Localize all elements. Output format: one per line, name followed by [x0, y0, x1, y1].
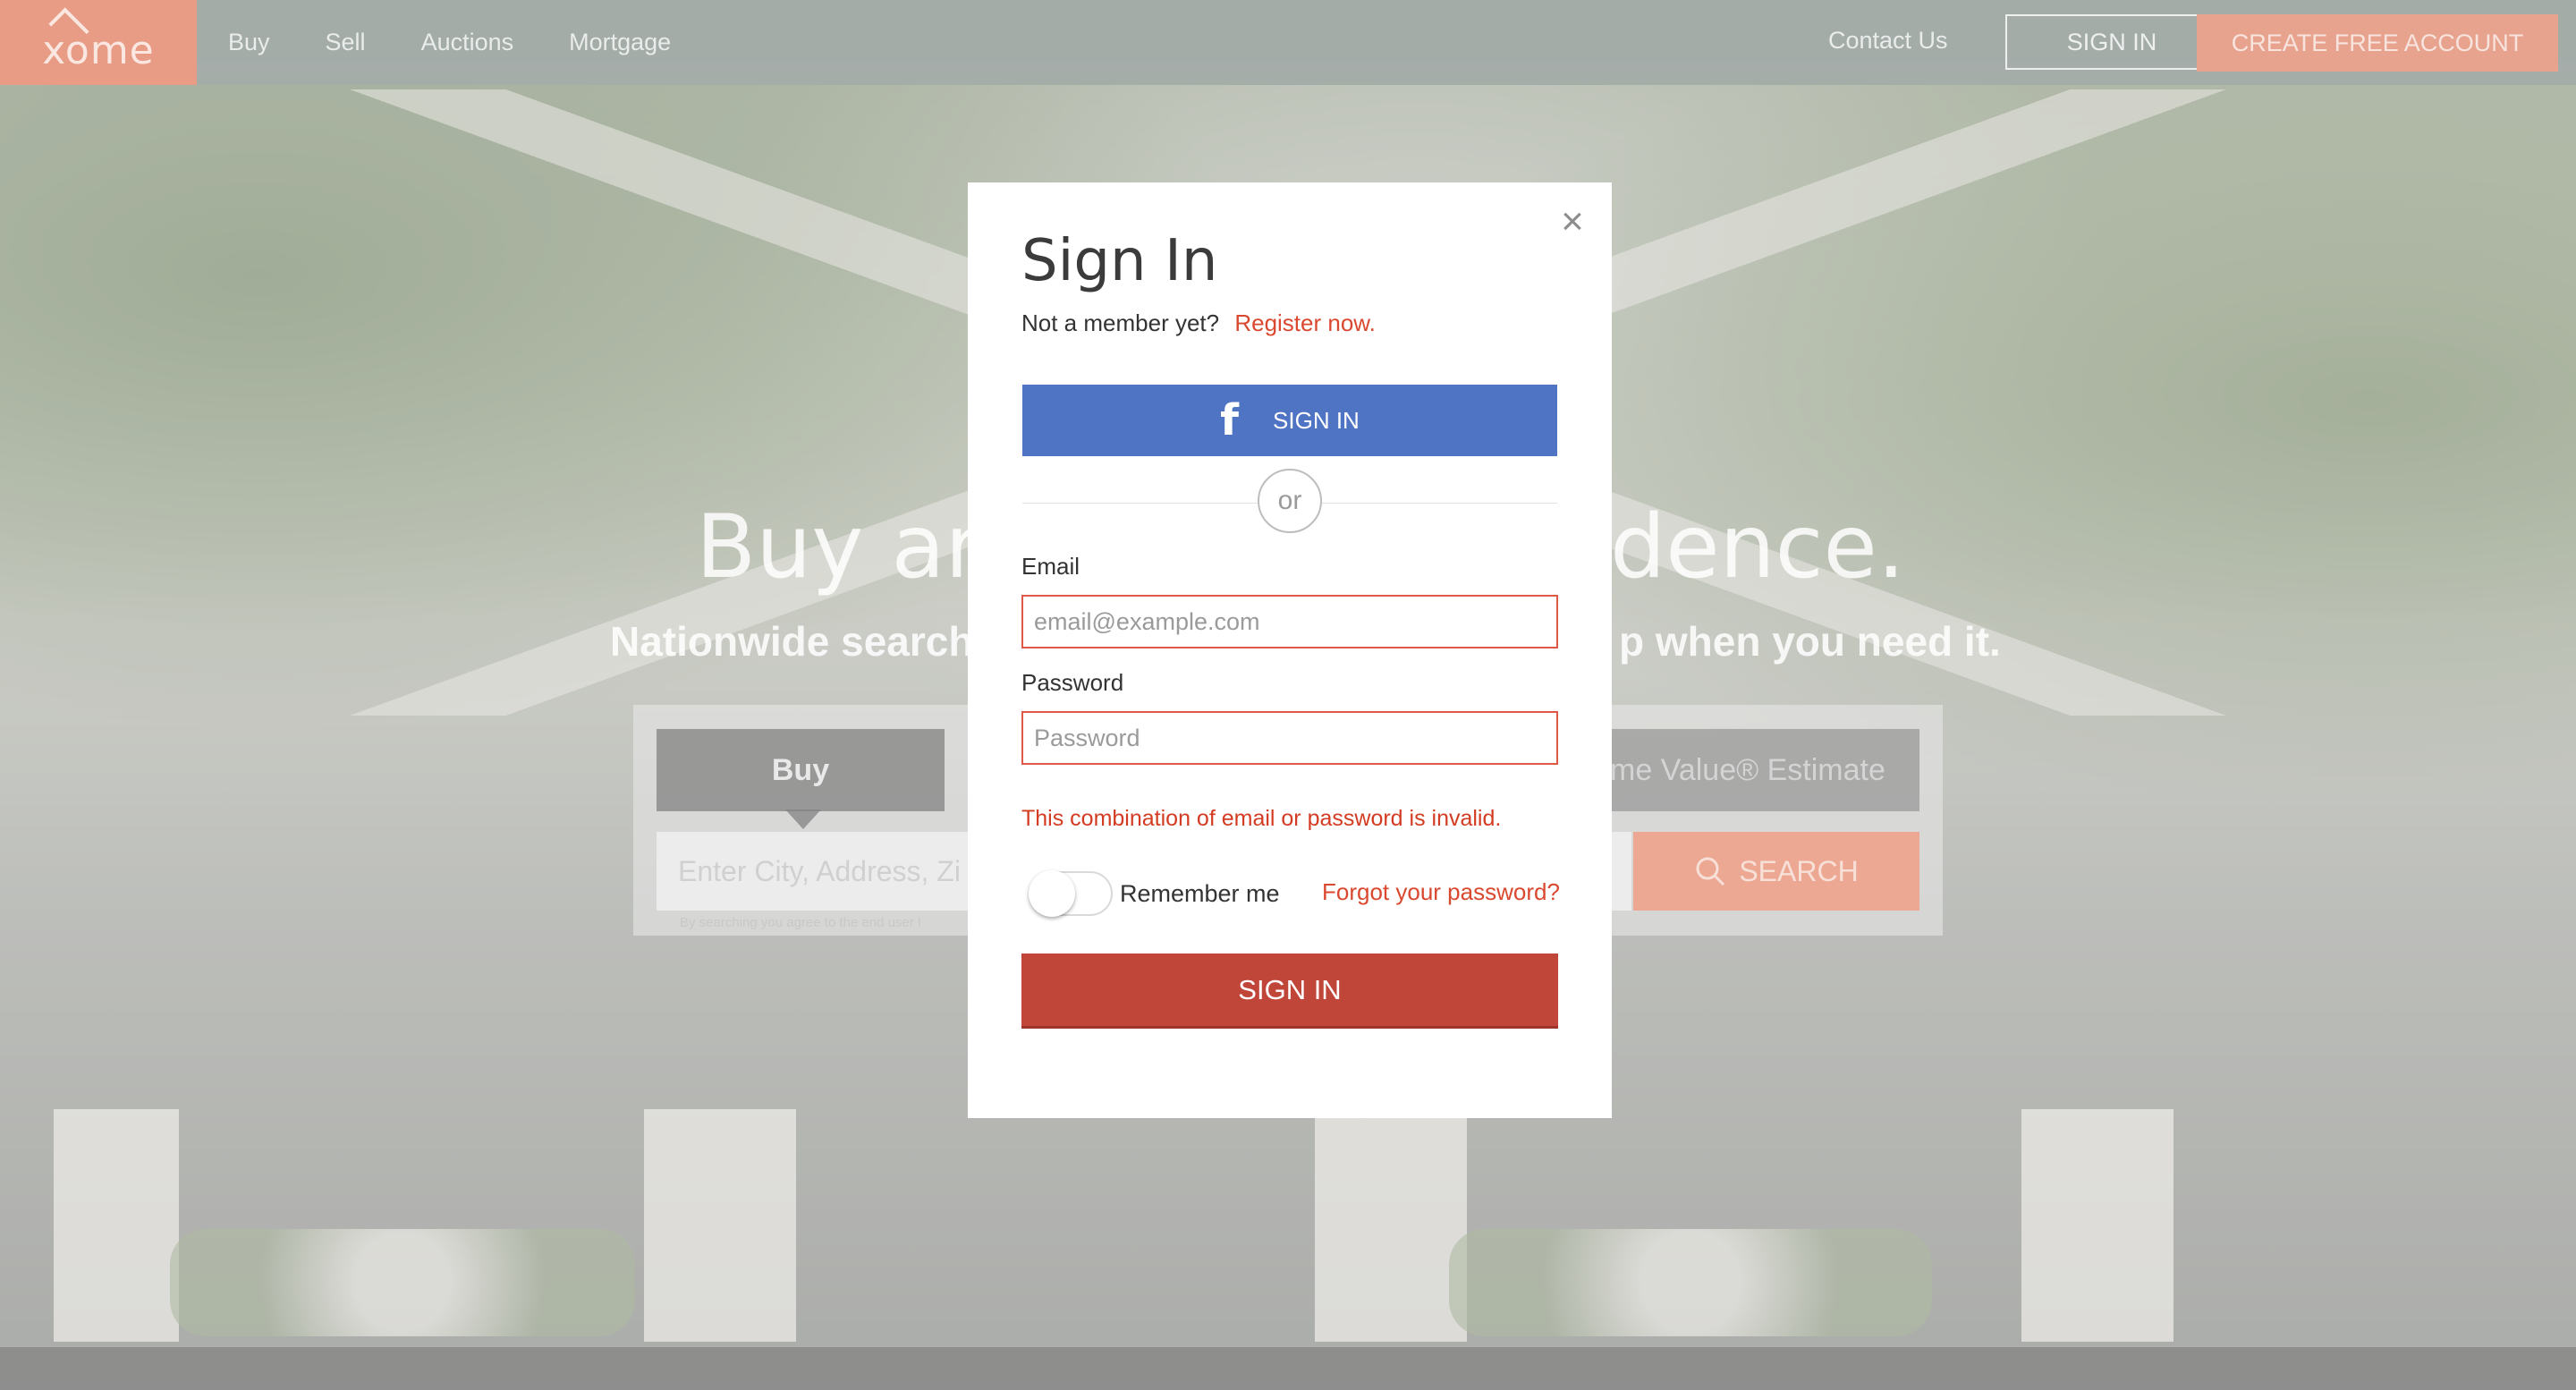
hero-title-right: dence. [1610, 496, 1905, 598]
signin-button[interactable]: SIGN IN [1021, 954, 1558, 1029]
facebook-signin-button[interactable]: f SIGN IN [1022, 385, 1557, 456]
footer-band [0, 1347, 2576, 1390]
hero-subtitle-right: p when you need it. [1619, 618, 2001, 665]
not-member-text: Not a member yet? [1021, 309, 1220, 336]
create-account-button[interactable]: CREATE FREE ACCOUNT [2197, 14, 2558, 72]
search-button[interactable]: SEARCH [1633, 832, 1919, 911]
xome-logo[interactable]: xome [0, 0, 197, 85]
nav-link-sell[interactable]: Sell [326, 29, 366, 56]
close-icon[interactable]: × [1555, 199, 1590, 243]
facebook-signin-label: SIGN IN [1273, 406, 1360, 434]
nav-link-auctions[interactable]: Auctions [421, 29, 514, 56]
top-nav: xome Buy Sell Auctions Mortgage Contact … [0, 0, 2576, 85]
tab-buy[interactable]: Buy [657, 729, 945, 811]
hero-subtitle-left: Nationwide search [610, 618, 974, 665]
modal-title: Sign In [1021, 228, 1218, 294]
email-label: Email [1021, 553, 1080, 580]
forgot-password-link[interactable]: Forgot your password? [1322, 878, 1560, 906]
nav-link-mortgage[interactable]: Mortgage [569, 29, 671, 56]
remember-me-label: Remember me [1120, 880, 1280, 907]
or-badge: or [1258, 469, 1322, 533]
nav-link-buy[interactable]: Buy [228, 29, 270, 56]
not-member-line: Not a member yet? Register now. [1021, 309, 1376, 337]
hero-title-left: Buy an [696, 496, 1001, 598]
remember-me-toggle-knob[interactable] [1029, 870, 1075, 917]
register-link[interactable]: Register now. [1234, 309, 1376, 336]
email-field[interactable] [1021, 595, 1558, 648]
nav-links: Buy Sell Auctions Mortgage [228, 0, 671, 85]
tab-notch [785, 809, 821, 829]
search-button-label: SEARCH [1739, 854, 1859, 887]
search-icon [1696, 857, 1725, 886]
nav-contact-link[interactable]: Contact Us [1828, 27, 1948, 55]
error-message: This combination of email or password is… [1021, 806, 1502, 831]
facebook-icon: f [1220, 395, 1240, 445]
password-label: Password [1021, 669, 1124, 696]
nav-signin-button[interactable]: SIGN IN [2005, 14, 2218, 70]
search-disclaimer: By searching you agree to the end user l [680, 915, 921, 930]
password-field[interactable] [1021, 711, 1558, 765]
